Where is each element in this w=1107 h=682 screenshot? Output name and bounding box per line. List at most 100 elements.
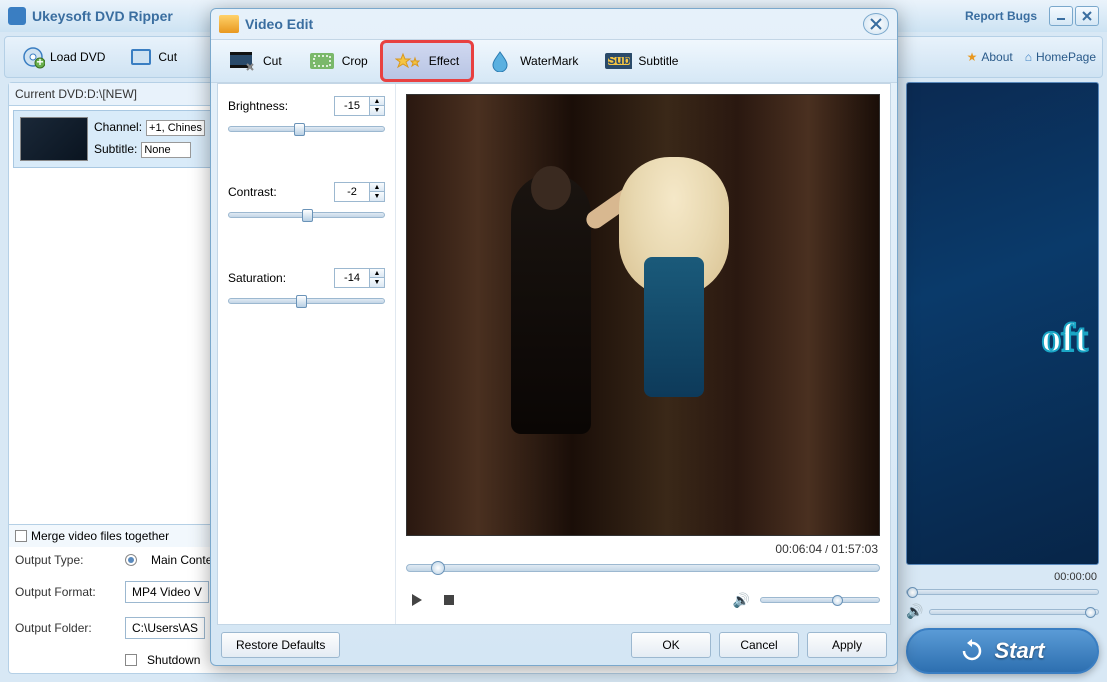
tab-watermark-label: WaterMark [520, 54, 578, 68]
cancel-button[interactable]: Cancel [719, 632, 799, 658]
saturation-label: Saturation: [228, 271, 286, 285]
cut-button-main[interactable]: Cut [119, 41, 187, 73]
start-button[interactable]: Start [906, 628, 1099, 674]
playback-duration: 01:57:03 [831, 542, 878, 556]
video-figure-right [619, 157, 729, 447]
merge-checkbox[interactable] [15, 530, 27, 542]
stop-button[interactable] [438, 590, 460, 610]
watermark-drop-icon [486, 49, 514, 73]
output-format-select[interactable]: MP4 Video V [125, 581, 209, 603]
tab-effect[interactable]: Effect [382, 42, 472, 80]
apply-button[interactable]: Apply [807, 632, 887, 658]
subtitle-icon: Sub [604, 49, 632, 73]
minimize-button[interactable] [1049, 6, 1073, 26]
saturation-up-icon[interactable]: ▲ [370, 269, 384, 278]
start-label: Start [994, 638, 1044, 664]
tab-crop-label: Crop [342, 54, 368, 68]
output-type-value: Main Conte [151, 553, 212, 567]
contrast-up-icon[interactable]: ▲ [370, 183, 384, 192]
saturation-slider[interactable] [228, 298, 385, 304]
brightness-up-icon[interactable]: ▲ [370, 97, 384, 106]
video-edit-dialog: Video Edit Cut Crop Effect WaterMark Sub… [210, 8, 898, 666]
volume-icon-dialog[interactable]: 🔊 [733, 592, 750, 609]
about-link[interactable]: ★About [967, 50, 1013, 64]
tab-effect-label: Effect [429, 54, 459, 68]
dialog-volume-slider[interactable] [760, 597, 880, 603]
tab-subtitle-label: Subtitle [638, 54, 678, 68]
output-folder-label: Output Folder: [15, 621, 115, 635]
brightness-spinner[interactable]: ▲▼ [334, 96, 385, 116]
close-button[interactable] [1075, 6, 1099, 26]
preview-volume-slider[interactable] [929, 609, 1099, 615]
subtitle-label: Subtitle: [94, 142, 137, 158]
dvd-icon: + [21, 45, 45, 69]
brightness-value[interactable] [335, 97, 369, 115]
homepage-label: HomePage [1036, 50, 1096, 64]
brightness-control: Brightness: ▲▼ [228, 96, 385, 132]
tab-crop[interactable]: Crop [296, 43, 380, 79]
volume-icon[interactable]: 🔊 [906, 603, 923, 620]
saturation-down-icon[interactable]: ▼ [370, 278, 384, 287]
saturation-value[interactable] [335, 269, 369, 287]
tab-cut-label: Cut [263, 54, 282, 68]
output-format-label: Output Format: [15, 585, 115, 599]
merge-label: Merge video files together [31, 529, 169, 543]
report-bugs-link[interactable]: Report Bugs [965, 9, 1037, 23]
homepage-link[interactable]: ⌂ HomePage [1025, 50, 1096, 64]
playback-slider[interactable] [406, 564, 880, 572]
preview-time: 00:00:00 [906, 571, 1099, 583]
brightness-slider[interactable] [228, 126, 385, 132]
dvd-thumbnail [20, 117, 88, 161]
output-type-label: Output Type: [15, 553, 115, 567]
shutdown-checkbox[interactable] [125, 654, 137, 666]
ok-button[interactable]: OK [631, 632, 711, 658]
video-preview [406, 94, 880, 536]
load-dvd-button[interactable]: + Load DVD [11, 41, 115, 73]
saturation-control: Saturation: ▲▼ [228, 268, 385, 304]
dialog-titlebar: Video Edit [211, 9, 897, 39]
playback-position: 00:06:04 [775, 542, 822, 556]
video-panel: 00:06:04 / 01:57:03 🔊 [396, 84, 890, 624]
star-icon: ★ [967, 50, 978, 64]
app-logo-icon [8, 7, 26, 25]
playback-time: 00:06:04 / 01:57:03 [406, 536, 880, 562]
contrast-value[interactable] [335, 183, 369, 201]
video-figure-left [511, 174, 591, 434]
scissors-film-icon [229, 49, 257, 73]
tab-watermark[interactable]: WaterMark [474, 43, 590, 79]
effects-panel: Brightness: ▲▼ Contrast: ▲▼ [218, 84, 396, 624]
brightness-down-icon[interactable]: ▼ [370, 106, 384, 115]
dialog-footer: Restore Defaults OK Cancel Apply [211, 625, 897, 665]
home-icon: ⌂ [1025, 50, 1032, 64]
channel-label: Channel: [94, 120, 142, 136]
crop-icon [308, 49, 336, 73]
app-title: Ukeysoft DVD Ripper [32, 8, 173, 24]
tab-subtitle[interactable]: Sub Subtitle [592, 43, 690, 79]
tab-cut[interactable]: Cut [217, 43, 294, 79]
svg-text:Sub: Sub [608, 53, 631, 67]
contrast-label: Contrast: [228, 185, 277, 199]
cut-label-main: Cut [158, 50, 177, 64]
output-type-radio[interactable] [125, 554, 137, 566]
dialog-tabs: Cut Crop Effect WaterMark Sub Subtitle [211, 39, 897, 83]
dialog-logo-icon [219, 15, 239, 33]
about-label: About [981, 50, 1012, 64]
subtitle-select[interactable]: None [141, 142, 191, 158]
effect-stars-icon [395, 49, 423, 73]
refresh-icon [960, 639, 984, 663]
channel-select[interactable]: +1, Chines [146, 120, 205, 136]
play-button[interactable] [406, 590, 428, 610]
contrast-slider[interactable] [228, 212, 385, 218]
contrast-down-icon[interactable]: ▼ [370, 192, 384, 201]
dialog-title: Video Edit [245, 16, 313, 32]
saturation-spinner[interactable]: ▲▼ [334, 268, 385, 288]
load-dvd-label: Load DVD [50, 50, 105, 64]
preview-box: oft [906, 82, 1099, 565]
dialog-close-button[interactable] [863, 13, 889, 35]
restore-defaults-button[interactable]: Restore Defaults [221, 632, 340, 658]
shutdown-label: Shutdown [147, 653, 200, 667]
output-folder-field[interactable]: C:\Users\AS [125, 617, 205, 639]
contrast-spinner[interactable]: ▲▼ [334, 182, 385, 202]
preview-seek-slider[interactable] [906, 589, 1099, 595]
preview-panel: oft 00:00:00 🔊 Start [906, 82, 1099, 674]
